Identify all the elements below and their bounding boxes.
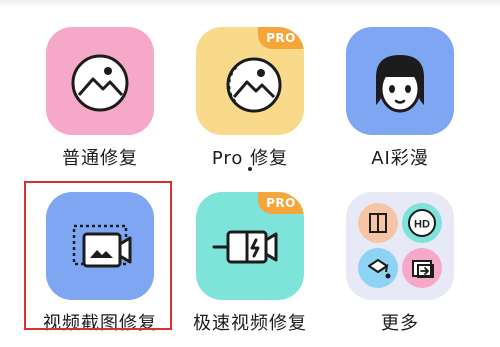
hd-icon: HD [402, 203, 442, 243]
ai-comic-icon-box [346, 27, 454, 135]
more-grid-icon: HD [346, 192, 454, 300]
tile-label: 极速视频修复 [193, 313, 307, 334]
page-indicator-dot [248, 167, 252, 171]
pro-badge: PRO [258, 27, 304, 49]
pro-badge: PRO [258, 192, 304, 214]
normal-repair-icon-box [46, 27, 154, 135]
hd-icon-text: HD [414, 219, 430, 231]
tile-label: 更多 [381, 313, 419, 334]
resize-icon [402, 248, 442, 288]
fast-video-icon-box: PRO [196, 192, 304, 300]
tile-fast-video-repair[interactable]: PRO 极速视频修复 [193, 192, 324, 347]
compare-split-icon [358, 203, 398, 243]
tools-grid-screen: 普通修复 PRO Pro 修复 AI彩漫 视频截图修复 PRO 极速视频修复 H… [0, 0, 500, 347]
color-fill-icon [358, 248, 398, 288]
tile-pro-repair[interactable]: PRO Pro 修复 [196, 27, 324, 182]
tile-label: AI彩漫 [371, 148, 429, 169]
tile-label: 普通修复 [62, 148, 138, 169]
tile-normal-repair[interactable]: 普通修复 [46, 27, 174, 182]
image-landscape-icon [71, 54, 129, 112]
selection-highlight [24, 181, 172, 330]
tile-ai-comic[interactable]: AI彩漫 [346, 27, 474, 182]
pro-repair-icon-box: PRO [196, 27, 304, 135]
top-strip [0, 0, 500, 8]
anime-face-icon [376, 55, 424, 113]
tile-more[interactable]: HD 更多 [346, 192, 474, 347]
